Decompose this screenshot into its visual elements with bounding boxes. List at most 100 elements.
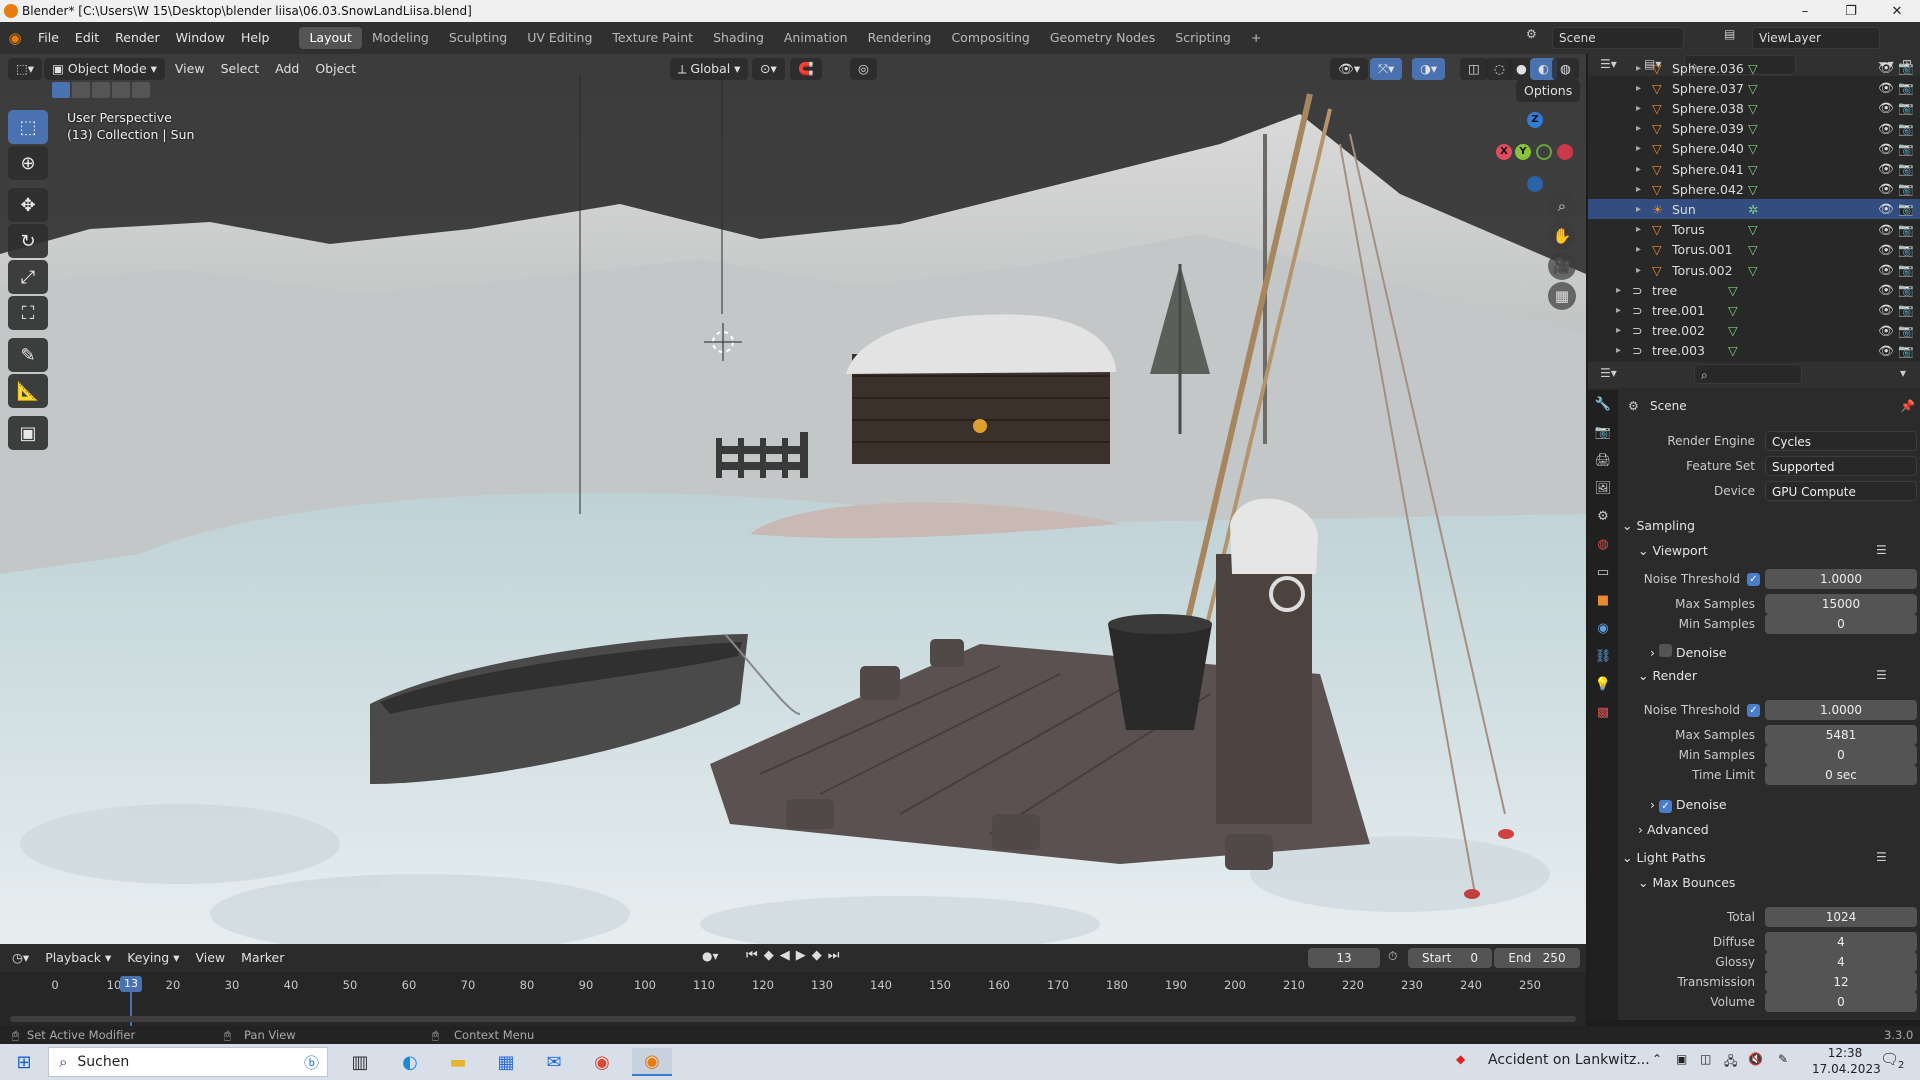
- visibility-eye-icon[interactable]: 👁: [1878, 222, 1894, 238]
- viewport-menu-add[interactable]: Add: [267, 58, 307, 80]
- render-camera-icon[interactable]: 📷: [1898, 242, 1914, 258]
- outliner-row[interactable]: ▸ ⊃ tree ▽ 👁 📷: [1588, 280, 1920, 300]
- mesh-data-icon[interactable]: ▽: [1728, 283, 1738, 298]
- mesh-data-icon[interactable]: ▽: [1748, 61, 1758, 76]
- overlays-icon[interactable]: ◑▾: [1412, 58, 1446, 80]
- rendered-shading-icon[interactable]: ◍: [1552, 58, 1579, 80]
- render-camera-icon[interactable]: 📷: [1898, 141, 1914, 157]
- outliner-row[interactable]: ▸ ⊃ tree.003 ▽ 👁 📷: [1588, 341, 1920, 361]
- gizmo-neg-x-axis[interactable]: [1557, 144, 1573, 160]
- select-extend-icon[interactable]: [72, 82, 90, 98]
- properties-search-input[interactable]: ⌕: [1694, 364, 1802, 384]
- viewlayer-field[interactable]: ViewLayer: [1752, 27, 1880, 49]
- render-camera-icon[interactable]: 📷: [1898, 100, 1914, 116]
- expand-arrow-icon[interactable]: ▸: [1636, 184, 1641, 195]
- play-reverse-icon[interactable]: ◀: [780, 948, 796, 963]
- tab-scripting[interactable]: Scripting: [1165, 27, 1241, 49]
- expand-arrow-icon[interactable]: ▸: [1616, 285, 1621, 296]
- mesh-data-icon[interactable]: ▽: [1748, 141, 1758, 156]
- jump-start-icon[interactable]: ⏮: [746, 948, 764, 963]
- timeline-editor-icon[interactable]: ◷▾: [4, 947, 37, 969]
- r-noise-threshold-checkbox[interactable]: ✓: [1747, 703, 1760, 717]
- tab-modeling[interactable]: Modeling: [362, 27, 439, 49]
- gizmo-neg-y-axis[interactable]: [1536, 144, 1552, 160]
- mesh-data-icon[interactable]: ▽: [1748, 263, 1758, 278]
- visibility-eye-icon[interactable]: 👁: [1878, 80, 1894, 96]
- viewport-presets-icon[interactable]: ☰: [1876, 543, 1887, 557]
- expand-arrow-icon[interactable]: ▸: [1636, 83, 1641, 94]
- texture-tab-icon[interactable]: ▩: [1588, 698, 1618, 726]
- visibility-eye-icon[interactable]: 👁: [1878, 121, 1894, 137]
- expand-arrow-icon[interactable]: ▸: [1636, 143, 1641, 154]
- expand-arrow-icon[interactable]: ▸: [1616, 305, 1621, 316]
- mesh-data-icon[interactable]: ▽: [1748, 101, 1758, 116]
- mesh-data-icon[interactable]: ▽: [1748, 121, 1758, 136]
- render-subpanel-header[interactable]: ⌄ Render: [1638, 668, 1697, 683]
- volume-bounces-field[interactable]: 0: [1765, 992, 1917, 1012]
- advanced-subpanel[interactable]: › Advanced: [1638, 822, 1709, 837]
- visibility-eye-icon[interactable]: 👁: [1878, 242, 1894, 258]
- mesh-data-icon[interactable]: ▽: [1728, 343, 1738, 358]
- menu-edit[interactable]: Edit: [67, 27, 107, 49]
- outliner-row[interactable]: ▸ ▽ Sphere.041 ▽ 👁 📷: [1588, 159, 1920, 179]
- visibility-eye-icon[interactable]: 👁: [1878, 141, 1894, 157]
- minimize-icon[interactable]: –: [1782, 0, 1828, 22]
- start-frame-field[interactable]: Start 0: [1408, 948, 1492, 968]
- expand-arrow-icon[interactable]: ▸: [1636, 204, 1641, 215]
- pivot-point-icon[interactable]: ⊙▾: [752, 58, 785, 80]
- tray-app-icon[interactable]: ▣: [1676, 1052, 1687, 1066]
- blender-taskbar-icon[interactable]: ◉: [632, 1048, 672, 1076]
- outliner-row[interactable]: ▸ ▽ Sphere.042 ▽ 👁 📷: [1588, 179, 1920, 199]
- r-max-samples-field[interactable]: 5481: [1765, 725, 1917, 745]
- tray-monitor-icon[interactable]: ◫: [1700, 1052, 1711, 1066]
- sampling-panel-header[interactable]: ⌄ Sampling: [1622, 518, 1695, 533]
- viewport-menu-object[interactable]: Object: [307, 58, 364, 80]
- render-camera-icon[interactable]: 📷: [1898, 201, 1914, 217]
- outliner-row[interactable]: ▸ ⊃ tree.001 ▽ 👁 📷: [1588, 300, 1920, 320]
- viewport-subpanel-header[interactable]: ⌄ Viewport: [1638, 543, 1708, 558]
- add-cube-tool-icon[interactable]: ▣: [8, 416, 48, 450]
- visibility-eye-icon[interactable]: 👁: [1878, 323, 1894, 339]
- next-keyframe-icon[interactable]: ◆: [812, 948, 828, 963]
- preview-range-icon[interactable]: ⏱: [1388, 949, 1397, 964]
- select-new-icon[interactable]: [52, 82, 70, 98]
- mesh-data-icon[interactable]: ▽: [1748, 182, 1758, 197]
- select-box-tool-icon[interactable]: ⬚: [8, 110, 48, 144]
- viewport-menu-select[interactable]: Select: [213, 58, 268, 80]
- expand-arrow-icon[interactable]: ▸: [1636, 164, 1641, 175]
- playhead-frame-badge[interactable]: 13: [120, 976, 142, 992]
- render-camera-icon[interactable]: 📷: [1898, 282, 1914, 298]
- render-camera-icon[interactable]: 📷: [1898, 302, 1914, 318]
- visibility-eye-icon[interactable]: 👁: [1878, 343, 1894, 359]
- render-camera-icon[interactable]: 📷: [1898, 262, 1914, 278]
- constraints-tab-icon[interactable]: ⛓: [1588, 642, 1618, 670]
- xray-icon[interactable]: ◫: [1460, 58, 1488, 80]
- light-paths-panel-header[interactable]: ⌄ Light Paths: [1622, 850, 1706, 865]
- tab-uv-editing[interactable]: UV Editing: [517, 27, 602, 49]
- tab-layout[interactable]: Layout: [299, 27, 362, 49]
- measure-tool-icon[interactable]: 📐: [8, 374, 48, 408]
- vp-max-samples-field[interactable]: 15000: [1765, 594, 1917, 614]
- object-tab-icon[interactable]: ■: [1588, 586, 1618, 614]
- proportional-editing-icon[interactable]: ◎: [850, 58, 877, 80]
- outliner-row[interactable]: ▸ ▽ Sphere.036 ▽ 👁 📷: [1588, 58, 1920, 78]
- outliner-row[interactable]: ▸ ▽ Sphere.040 ▽ 👁 📷: [1588, 139, 1920, 159]
- navigation-gizmo[interactable]: Z X Y: [1490, 106, 1580, 196]
- physics-tab-icon[interactable]: ◉: [1588, 614, 1618, 642]
- expand-arrow-icon[interactable]: ▸: [1636, 123, 1641, 134]
- data-tab-icon[interactable]: 💡: [1588, 670, 1618, 698]
- clock-time[interactable]: 12:38: [1812, 1046, 1878, 1060]
- pin-icon[interactable]: 📌: [1900, 399, 1915, 413]
- auto-keying-icon[interactable]: ●▾: [702, 949, 719, 963]
- expand-arrow-icon[interactable]: ▸: [1636, 63, 1641, 74]
- tab-geometry-nodes[interactable]: Geometry Nodes: [1040, 27, 1165, 49]
- max-bounces-subpanel[interactable]: ⌄ Max Bounces: [1638, 875, 1735, 890]
- render-camera-icon[interactable]: 📷: [1898, 80, 1914, 96]
- tab-sculpting[interactable]: Sculpting: [439, 27, 517, 49]
- maximize-icon[interactable]: ❐: [1828, 0, 1874, 22]
- current-frame-field[interactable]: 13: [1308, 948, 1380, 968]
- expand-arrow-icon[interactable]: ▸: [1616, 325, 1621, 336]
- camera-view-icon[interactable]: 🎥: [1548, 252, 1576, 280]
- timeline-menu-view[interactable]: View: [187, 947, 233, 969]
- total-bounces-field[interactable]: 1024: [1765, 907, 1917, 927]
